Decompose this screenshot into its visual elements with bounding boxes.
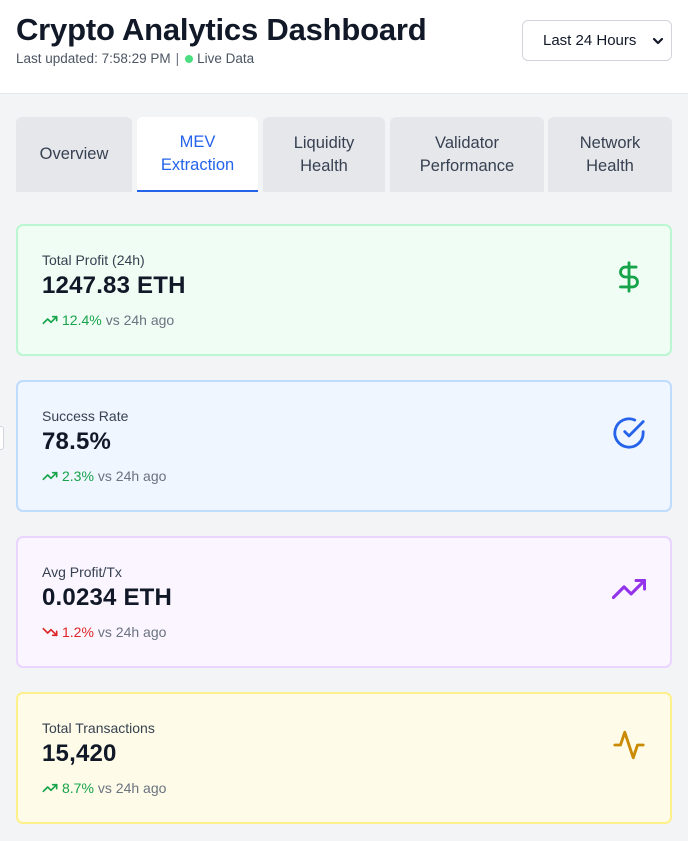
time-range-value: Last 24 Hours <box>543 32 637 49</box>
metric-label: Avg Profit/Tx <box>42 564 122 580</box>
metric-label: Success Rate <box>42 408 129 424</box>
change-suffix: vs 24h ago <box>105 312 175 328</box>
change-suffix: vs 24h ago <box>97 468 167 484</box>
dollar-icon <box>619 261 639 293</box>
change-percent: 2.3% <box>62 468 94 484</box>
metric-change: 1.2% vs 24h ago <box>42 624 166 640</box>
tab-liquidity-health[interactable]: Liquidity Health <box>263 117 385 192</box>
metric-value: 0.0234 ETH <box>42 584 173 611</box>
chevron-down-icon <box>652 37 664 45</box>
live-label: Live Data <box>197 51 255 66</box>
trend-up-icon <box>42 468 58 484</box>
metric-card-total-transactions: Total Transactions 15,420 8.7% vs 24h ag… <box>16 692 672 824</box>
header: Crypto Analytics Dashboard Last updated:… <box>0 0 688 94</box>
activity-icon <box>613 730 645 760</box>
tab-label: Health <box>300 156 348 175</box>
tab-overview[interactable]: Overview <box>16 117 132 192</box>
change-percent: 1.2% <box>62 624 94 640</box>
metric-card-success-rate: Success Rate 78.5% 2.3% vs 24h ago <box>16 380 672 512</box>
tab-label: Liquidity <box>293 133 355 152</box>
change-percent: 12.4% <box>62 312 102 328</box>
metric-change: 8.7% vs 24h ago <box>42 780 166 796</box>
metric-change: 2.3% vs 24h ago <box>42 468 166 484</box>
change-percent: 8.7% <box>62 780 94 796</box>
time-range-select[interactable]: Last 24 Hours <box>522 20 672 61</box>
trend-up-icon <box>42 780 58 796</box>
metric-card-total-profit: Total Profit (24h) 1247.83 ETH 12.4% vs … <box>16 224 672 356</box>
tab-label: Health <box>586 156 634 175</box>
tab-label: Performance <box>419 156 515 175</box>
separator: | <box>175 51 180 66</box>
metric-value: 78.5% <box>42 428 112 455</box>
metric-label: Total Transactions <box>42 720 155 736</box>
tab-mev-extraction[interactable]: MEV Extraction <box>137 117 258 192</box>
status-line: Last updated: 7:58:29 PM | Live Data <box>16 51 254 66</box>
check-circle-icon <box>613 417 645 449</box>
tab-label: Network <box>579 133 641 152</box>
tab-network-health[interactable]: Network Health <box>548 117 672 192</box>
trending-up-icon <box>612 578 646 600</box>
side-handle[interactable] <box>0 426 4 450</box>
trend-down-icon <box>42 624 58 640</box>
page-title: Crypto Analytics Dashboard <box>16 12 427 47</box>
metric-change: 12.4% vs 24h ago <box>42 312 174 328</box>
metric-value: 15,420 <box>42 740 117 767</box>
tab-validator-performance[interactable]: Validator Performance <box>390 117 544 192</box>
tab-label: Validator <box>435 133 499 152</box>
tab-label: Overview <box>39 145 109 163</box>
trend-up-icon <box>42 312 58 328</box>
live-indicator-dot <box>185 54 194 63</box>
last-updated: Last updated: 7:58:29 PM <box>16 51 171 66</box>
change-suffix: vs 24h ago <box>97 780 167 796</box>
tab-bar: Overview MEV Extraction Liquidity Health… <box>16 117 672 192</box>
metric-value: 1247.83 ETH <box>42 272 186 299</box>
tab-label: MEV <box>179 132 216 151</box>
metric-card-avg-profit: Avg Profit/Tx 0.0234 ETH 1.2% vs 24h ago <box>16 536 672 668</box>
change-suffix: vs 24h ago <box>97 624 167 640</box>
tab-label: Extraction <box>160 155 235 174</box>
metric-label: Total Profit (24h) <box>42 252 145 268</box>
